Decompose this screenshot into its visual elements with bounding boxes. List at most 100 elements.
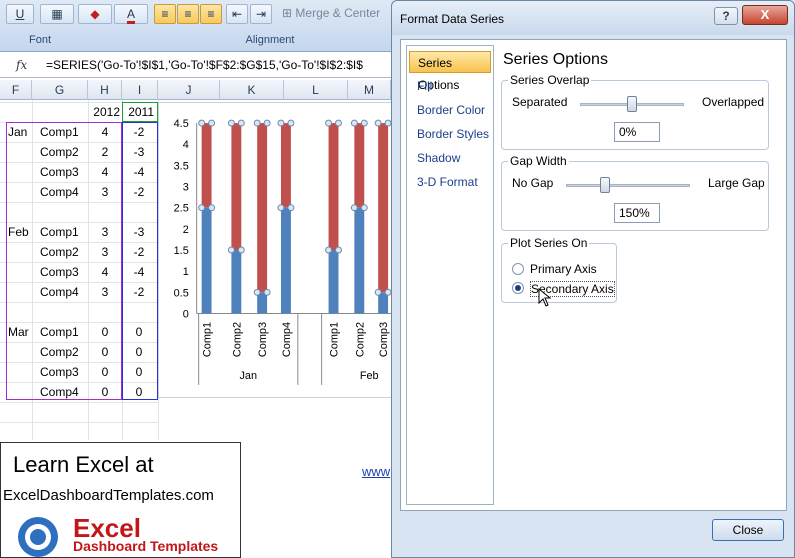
selection-handle (335, 119, 342, 127)
y-tick-label: 1.5 (174, 245, 189, 257)
gap-slider-track[interactable] (566, 184, 690, 187)
selection-handle (350, 204, 358, 212)
close-button[interactable]: Close (712, 519, 784, 541)
underline-button[interactable]: U (6, 4, 34, 24)
font-group-label: Font (28, 34, 51, 46)
nav-fill[interactable]: Fill (407, 75, 493, 97)
secondary-axis-radio[interactable] (512, 282, 524, 294)
nav-3d-format[interactable]: 3-D Format (407, 171, 493, 193)
help-button[interactable]: ? (714, 7, 738, 25)
bar-blue (231, 250, 242, 314)
bar-blue (201, 207, 212, 314)
selection-handle (208, 119, 216, 127)
logo-sub-text: Dashboard Templates (73, 538, 219, 554)
learn-url: ExcelDashboardTemplates.com (3, 487, 214, 504)
bar-chart[interactable]: 0 0.5 1 1.5 2 2.5 3 3.5 4 4.5 Comp1 Comp2 Comp3 Comp4… (158, 102, 398, 398)
overlap-slider-thumb[interactable] (627, 96, 637, 112)
align-center-button[interactable]: ≡ (177, 4, 199, 24)
bar-blue (328, 250, 339, 314)
logo-globe-icon (18, 517, 58, 557)
column-header-l[interactable]: L (284, 80, 348, 100)
series-name-outline (122, 102, 158, 122)
selection-handle (350, 119, 358, 127)
cell-header-2012[interactable]: 2012 (88, 102, 122, 122)
selection-handle (374, 119, 382, 127)
bar-blue (378, 292, 389, 314)
selection-handle (277, 119, 285, 127)
x-category-label: Comp4 (281, 322, 293, 357)
plot-series-on-group: Plot Series On Primary Axis Secondary Ax… (501, 236, 617, 307)
selection-handle (374, 288, 382, 296)
plot-series-on-label: Plot Series On (508, 236, 590, 250)
y-tick-label: 2 (183, 224, 189, 236)
selection-handle (325, 246, 333, 254)
align-right-icon: ≡ (207, 7, 215, 21)
series-overlap-label: Series Overlap (508, 73, 592, 87)
nav-border-color[interactable]: Border Color (407, 99, 493, 121)
close-window-button[interactable]: X (742, 5, 788, 25)
primary-axis-radio[interactable] (512, 263, 524, 275)
gap-width-group: Gap Width No Gap Large Gap 150% (501, 154, 769, 231)
merge-center-label: Merge & Center (295, 6, 381, 20)
primary-axis-label[interactable]: Primary Axis (530, 262, 597, 276)
bar-red (328, 123, 339, 250)
borders-button[interactable]: ▦ (40, 4, 74, 24)
series-options-panel: Series Options Series Overlap Separated … (501, 45, 783, 505)
nav-shadow[interactable]: Shadow (407, 147, 493, 169)
selection-handle (227, 119, 235, 127)
bar-blue (257, 292, 268, 314)
group-label-jan: Jan (239, 370, 257, 382)
gap-right-label: Large Gap (708, 176, 765, 190)
selection-handle (198, 204, 206, 212)
nav-border-styles[interactable]: Border Styles (407, 123, 493, 145)
column-header-g[interactable]: G (32, 80, 88, 100)
y-tick-label: 0 (183, 308, 189, 320)
selection-handle (263, 288, 271, 296)
panel-title: Series Options (503, 51, 608, 68)
dialog-nav: Series Options Fill Border Color Border … (406, 45, 494, 505)
gap-input[interactable]: 150% (614, 203, 660, 223)
x-category-label: Comp3 (378, 322, 390, 357)
x-category-label: Comp1 (202, 322, 214, 357)
increase-indent-button[interactable]: ⇥ (250, 4, 272, 24)
column-header-f[interactable]: F (0, 80, 32, 100)
bar-red (231, 123, 242, 250)
align-right-button[interactable]: ≡ (200, 4, 222, 24)
decrease-indent-button[interactable]: ⇤ (226, 4, 248, 24)
fill-color-button[interactable]: ◆ (78, 4, 112, 24)
gridline (0, 422, 158, 423)
column-header-h[interactable]: H (88, 80, 122, 100)
dialog-title: Format Data Series (400, 12, 505, 26)
column-header-k[interactable]: K (220, 80, 284, 100)
bar-red (257, 123, 268, 293)
column-header-i[interactable]: I (122, 80, 158, 100)
y-tick-label: 2.5 (174, 203, 189, 215)
merge-icon: ⊞ (282, 6, 293, 20)
fx-icon[interactable]: fx (16, 58, 27, 72)
borders-icon: ▦ (51, 7, 63, 21)
values-range-outline (122, 122, 158, 400)
column-header-m[interactable]: M (348, 80, 391, 100)
align-left-button[interactable]: ≡ (154, 4, 176, 24)
align-left-icon: ≡ (161, 7, 169, 21)
formula-input[interactable]: =SERIES('Go-To'!$I$1,'Go-To'!$F$2:$G$15,… (46, 58, 363, 72)
bar-red (201, 123, 212, 208)
gap-slider-thumb[interactable] (600, 177, 610, 193)
fill-color-icon: ◆ (90, 7, 100, 21)
decrease-indent-icon: ⇤ (231, 7, 243, 21)
selection-handle (277, 204, 285, 212)
dialog-titlebar[interactable]: Format Data Series ? X (392, 1, 794, 35)
column-header-j[interactable]: J (158, 80, 220, 100)
nav-series-options[interactable]: Series Options (409, 51, 491, 92)
selection-handle (237, 119, 245, 127)
merge-center-button[interactable]: ⊞ Merge & Center (282, 6, 380, 20)
gap-width-label: Gap Width (508, 154, 569, 168)
learn-excel-box: Learn Excel at ExcelDashboardTemplates.c… (0, 442, 241, 558)
x-category-label: Comp1 (329, 322, 341, 357)
bar-red (354, 123, 365, 208)
www-link[interactable]: www (362, 464, 390, 479)
selection-handle (227, 246, 235, 254)
overlap-input[interactable]: 0% (614, 122, 660, 142)
font-color-button[interactable]: A (114, 4, 148, 24)
selection-handle (208, 204, 216, 212)
